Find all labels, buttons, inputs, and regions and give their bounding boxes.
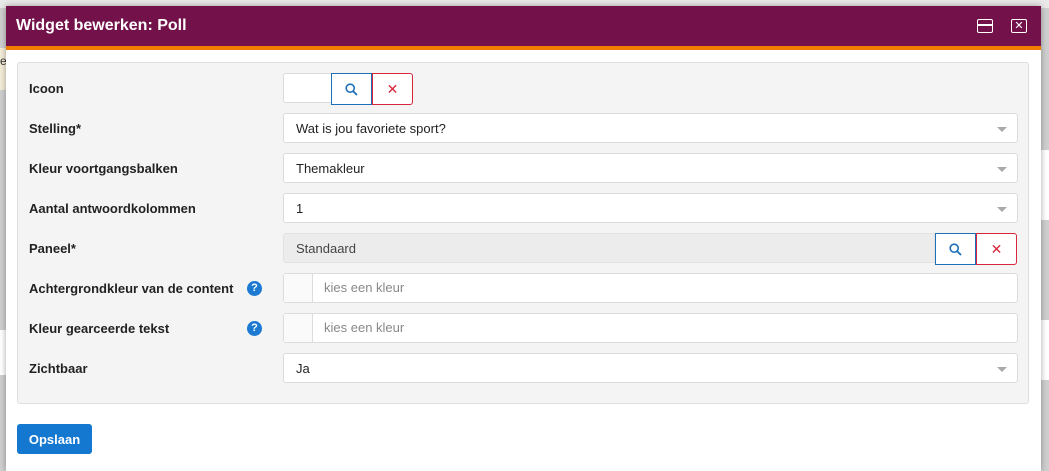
- visible-label: Zichtbaar: [29, 361, 88, 376]
- progress-color-select[interactable]: Themakleur: [283, 153, 1018, 183]
- widget-edit-dialog: Widget bewerken: Poll ✕ Icoon ✕ Stelling…: [6, 6, 1041, 471]
- content-bg-color-label: Achtergrondkleur van de content: [29, 281, 234, 296]
- close-icon: ✕: [386, 80, 399, 97]
- close-icon: ✕: [990, 240, 1003, 257]
- row-content-bg-color: Achtergrondkleur van de content ? kies e…: [18, 273, 1028, 305]
- row-icon: Icoon ✕: [18, 73, 1028, 105]
- form-panel: Icoon ✕ Stelling* Wat is jou favoriete s…: [17, 62, 1029, 404]
- panel-label: Paneel*: [29, 241, 76, 256]
- maximize-icon[interactable]: [977, 19, 993, 33]
- icon-label: Icoon: [29, 81, 64, 96]
- chevron-down-icon: [997, 127, 1007, 132]
- progress-color-value: Themakleur: [296, 161, 365, 176]
- row-visible: Zichtbaar Ja: [18, 353, 1028, 385]
- icon-preview-field[interactable]: [283, 73, 331, 103]
- visible-value: Ja: [296, 361, 310, 376]
- statement-select[interactable]: Wat is jou favoriete sport?: [283, 113, 1018, 143]
- text-color-label: Kleur gearceerde tekst: [29, 321, 170, 336]
- panel-search-button[interactable]: [935, 233, 976, 265]
- content-bg-color-field[interactable]: kies een kleur: [283, 273, 1018, 303]
- visible-select[interactable]: Ja: [283, 353, 1018, 383]
- columns-value: 1: [296, 201, 304, 216]
- columns-select[interactable]: 1: [283, 193, 1018, 223]
- chevron-down-icon: [997, 207, 1007, 212]
- dialog-title: Widget bewerken: Poll: [16, 17, 187, 34]
- icon-search-button[interactable]: [331, 73, 372, 105]
- icon-clear-button[interactable]: ✕: [372, 73, 413, 105]
- help-icon[interactable]: ?: [247, 321, 262, 336]
- panel-field: Standaard: [283, 233, 935, 263]
- close-icon[interactable]: ✕: [1011, 19, 1027, 33]
- row-text-color: Kleur gearceerde tekst ? kies een kleur: [18, 313, 1028, 345]
- panel-clear-button[interactable]: ✕: [976, 233, 1017, 265]
- color-swatch[interactable]: [284, 274, 313, 302]
- row-panel: Paneel* Standaard ✕: [18, 233, 1028, 265]
- save-button[interactable]: Opslaan: [17, 424, 92, 454]
- content-bg-color-placeholder: kies een kleur: [324, 280, 405, 295]
- text-color-field[interactable]: kies een kleur: [283, 313, 1018, 343]
- statement-value: Wat is jou favoriete sport?: [296, 121, 446, 136]
- row-columns: Aantal antwoordkolommen 1: [18, 193, 1028, 225]
- text-color-placeholder: kies een kleur: [324, 320, 405, 335]
- columns-label: Aantal antwoordkolommen: [29, 201, 196, 216]
- search-icon: [949, 242, 962, 256]
- help-icon[interactable]: ?: [247, 281, 262, 296]
- row-statement: Stelling* Wat is jou favoriete sport?: [18, 113, 1028, 145]
- progress-color-label: Kleur voortgangsbalken: [29, 161, 178, 176]
- chevron-down-icon: [997, 367, 1007, 372]
- dialog-titlebar: Widget bewerken: Poll ✕: [6, 6, 1041, 50]
- search-icon: [345, 82, 358, 96]
- dialog-title-actions: ✕: [977, 19, 1041, 33]
- chevron-down-icon: [997, 167, 1007, 172]
- row-progress-color: Kleur voortgangsbalken Themakleur: [18, 153, 1028, 185]
- color-swatch[interactable]: [284, 314, 313, 342]
- statement-label: Stelling*: [29, 121, 82, 136]
